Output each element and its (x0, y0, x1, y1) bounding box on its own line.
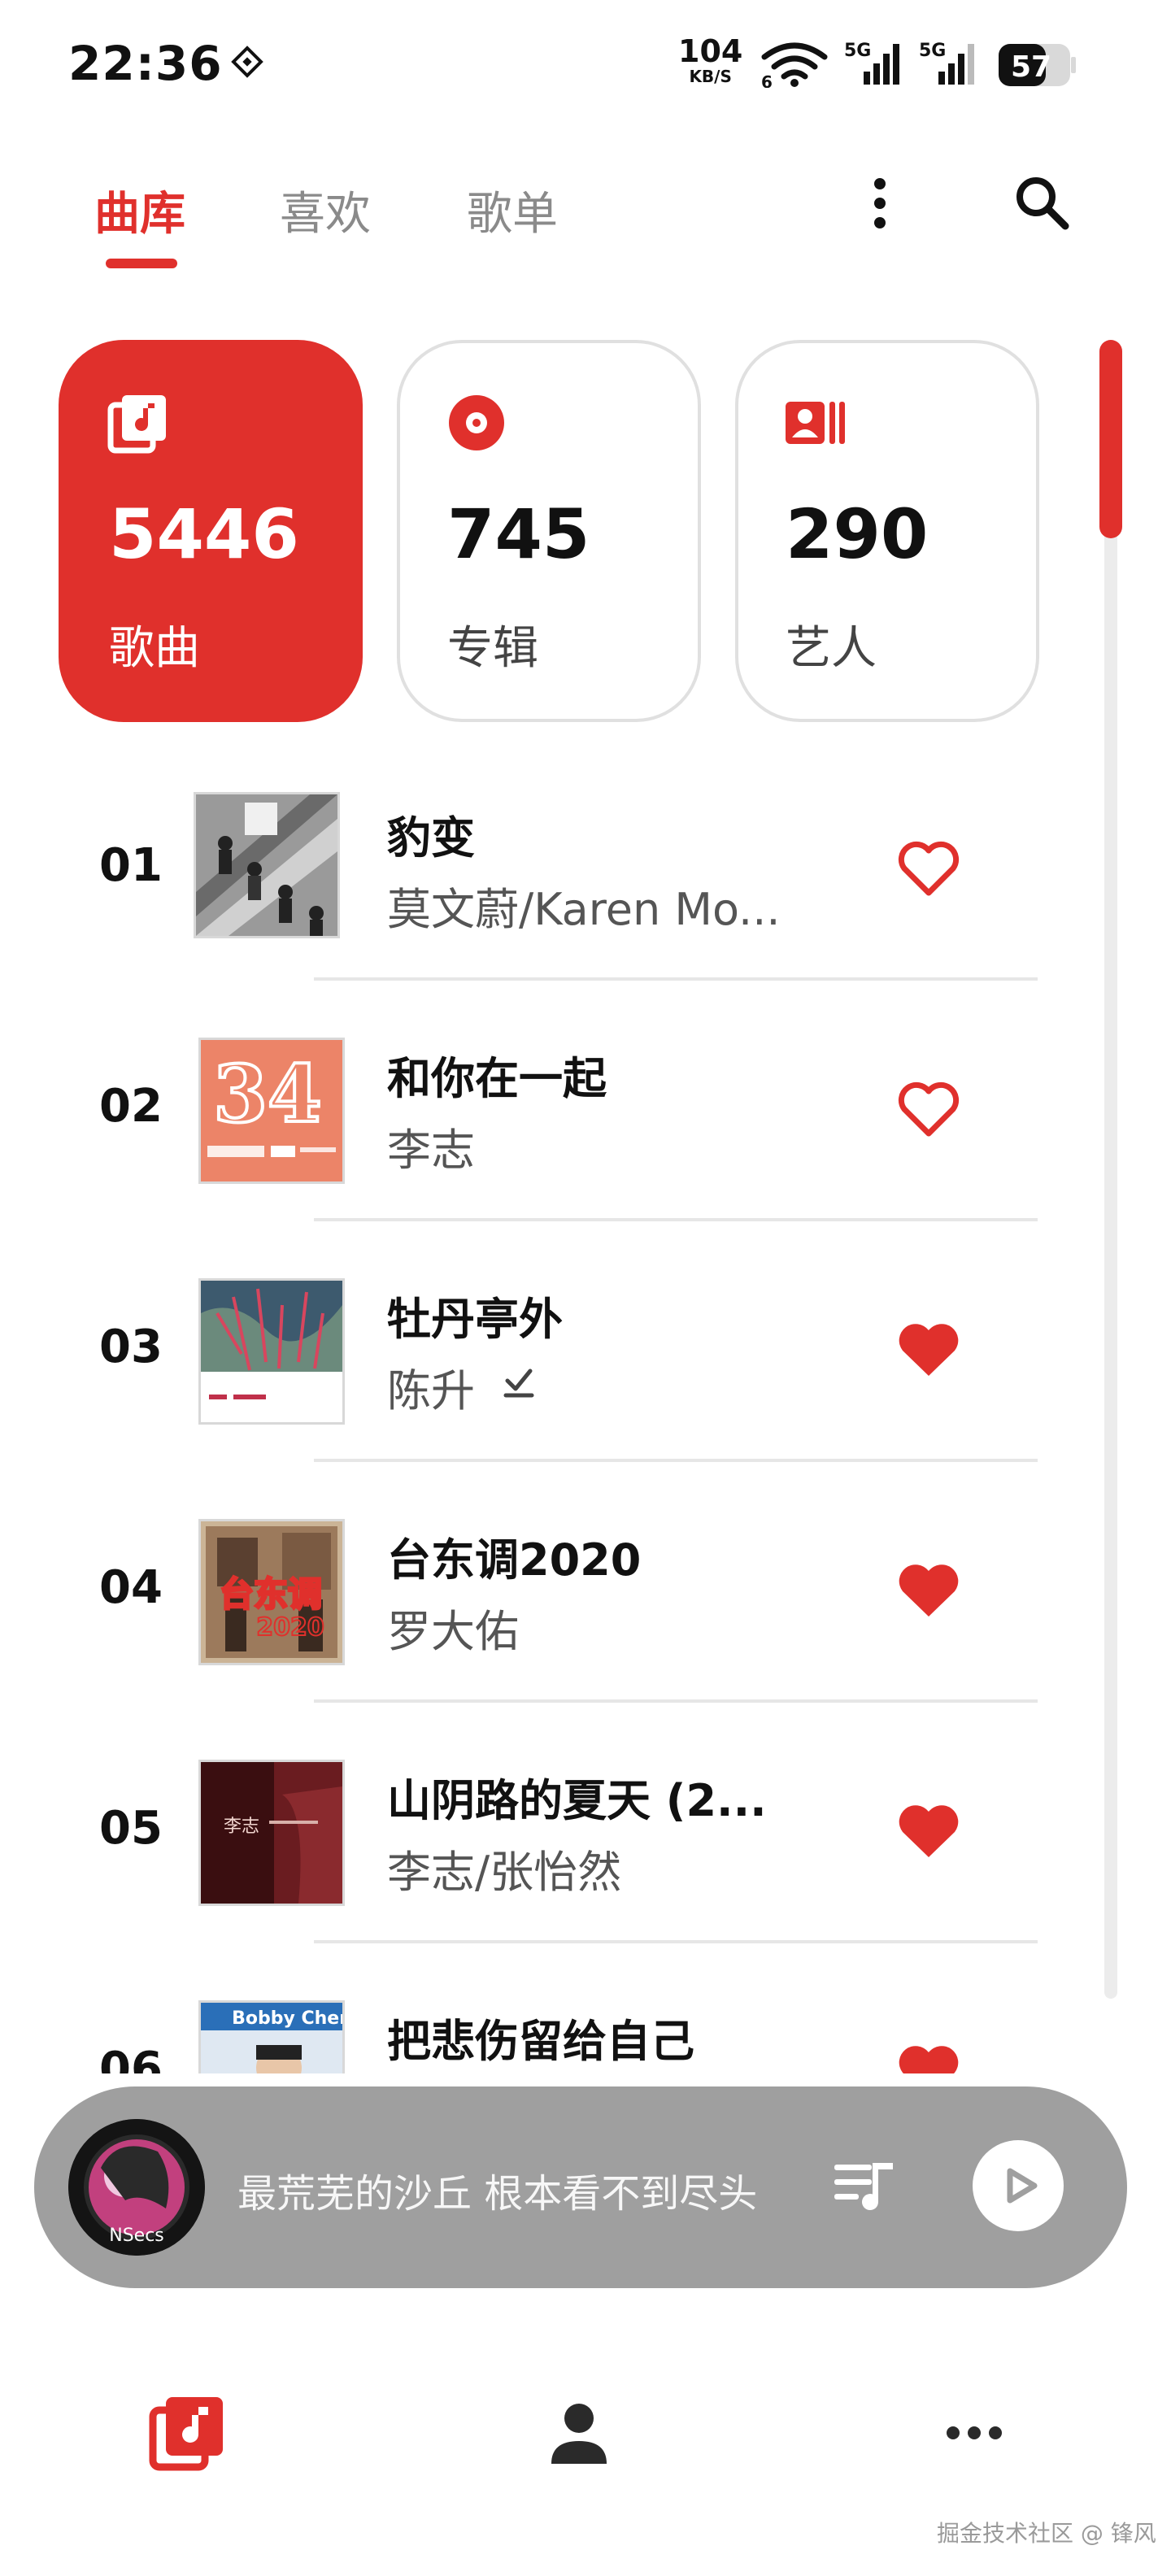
song-artist: 莫文蔚/Karen Mo... (387, 884, 781, 935)
song-rank: 02 (99, 1080, 163, 1133)
disc-text: NSecs (109, 2226, 164, 2246)
album-cover: 李志 (198, 1760, 345, 1906)
album-cover (194, 792, 340, 938)
now-playing-lyric: 最荒芜的沙丘 根本看不到尽头 (237, 2171, 758, 2217)
song-rank: 06 (99, 2043, 163, 2073)
stat-card-albums[interactable]: 745 专辑 (397, 340, 701, 722)
watermark: 掘金技术社区 @ 锋风 (937, 2520, 1156, 2547)
stat-count: 745 (447, 494, 590, 574)
person-icon[interactable] (540, 2394, 618, 2472)
search-icon[interactable] (1008, 169, 1077, 237)
cover-text: 李志 (224, 1817, 259, 1837)
song-artist: 陈升 (387, 1365, 475, 1416)
song-list: 01 豹变 莫文蔚/Karen Mo... 02 34 和你在一起 李志 03 … (0, 772, 1171, 2073)
song-title: 牡丹亭外 (387, 1294, 563, 1345)
tab-library[interactable]: 曲库 (94, 177, 185, 243)
song-title: 把悲伤留给自己 (387, 2016, 694, 2067)
song-row[interactable]: 04 台东调 2020 台东调2020 罗大佑 (0, 1495, 1171, 1735)
song-title: 山阴路的夏天 (2... (387, 1775, 767, 1826)
song-row[interactable]: 02 34 和你在一起 李志 (0, 1013, 1171, 1254)
playlist-queue-icon[interactable] (831, 2156, 899, 2218)
heart-filled-icon[interactable] (896, 2043, 961, 2073)
stat-count: 5446 (109, 494, 299, 574)
song-row[interactable]: 06 Bobby Chen 把悲伤留给自己 (0, 1976, 1171, 2073)
heart-outline-icon[interactable] (896, 1080, 961, 1138)
network-speed-unit: KB/S (689, 67, 732, 86)
song-row[interactable]: 01 豹变 莫文蔚/Karen Mo... (0, 772, 1171, 1013)
song-title: 豹变 (387, 812, 475, 864)
row-divider (314, 977, 1038, 981)
song-artist: 李志/张怡然 (387, 1847, 622, 1898)
cover-text: 台东调 (220, 1574, 322, 1614)
song-rank: 03 (99, 1321, 163, 1373)
row-divider (314, 1218, 1038, 1221)
network-speed: 104 KB/S (678, 36, 742, 85)
song-title: 和你在一起 (387, 1053, 607, 1104)
more-vert-icon[interactable] (846, 169, 914, 237)
scrollbar-thumb[interactable] (1099, 340, 1122, 538)
play-button[interactable] (973, 2140, 1064, 2231)
wifi-badge: 6 (761, 72, 773, 88)
music-library-icon (107, 395, 166, 454)
artist-icon (786, 402, 845, 444)
notification-icon (231, 46, 263, 78)
disc-icon (449, 395, 504, 450)
wifi-icon: 6 (761, 42, 828, 88)
battery-icon: 57 (999, 44, 1076, 86)
song-artist: 李志 (387, 1125, 475, 1176)
play-icon (1007, 2168, 1038, 2204)
row-divider (314, 1459, 1038, 1462)
heart-outline-icon[interactable] (896, 839, 961, 898)
song-row[interactable]: 05 李志 山阴路的夏天 (2... 李志/张怡然 (0, 1735, 1171, 1976)
cover-text: Bobby Chen (232, 2008, 342, 2029)
stat-label: 专辑 (447, 622, 538, 675)
stat-label: 艺人 (786, 622, 877, 675)
song-rank: 05 (99, 1802, 163, 1855)
song-rank: 01 (99, 839, 163, 892)
mini-player[interactable]: NSecs 最荒芜的沙丘 根本看不到尽头 (34, 2086, 1127, 2288)
heart-filled-icon[interactable] (896, 1561, 961, 1620)
heart-filled-icon[interactable] (896, 1321, 961, 1379)
signal-icon (864, 44, 899, 85)
battery-level: 57 (1011, 50, 1051, 84)
signal-icon-2 (938, 44, 974, 85)
row-divider (314, 1699, 1038, 1703)
song-artist: 罗大佑 (387, 1606, 519, 1657)
song-rank: 04 (99, 1561, 163, 1614)
music-library-icon[interactable] (148, 2394, 226, 2472)
stat-label: 歌曲 (109, 622, 200, 675)
verified-check-icon (503, 1368, 534, 1398)
album-cover: 34 (198, 1038, 345, 1184)
song-row[interactable]: 03 牡丹亭外 陈升 (0, 1254, 1171, 1495)
network-speed-value: 104 (678, 33, 743, 69)
heart-filled-icon[interactable] (896, 1802, 961, 1860)
stat-card-artists[interactable]: 290 艺人 (735, 340, 1039, 722)
song-title: 台东调2020 (387, 1534, 642, 1586)
stat-card-songs[interactable]: 5446 歌曲 (59, 340, 363, 722)
row-divider (314, 1940, 1038, 1943)
album-cover: 台东调 2020 (198, 1519, 345, 1665)
album-cover (198, 1278, 345, 1425)
tab-indicator (106, 259, 177, 268)
now-playing-disc[interactable]: NSecs (68, 2119, 205, 2256)
cover-year: 2020 (256, 1613, 324, 1642)
cover-text: 34 (213, 1048, 322, 1140)
more-horiz-icon[interactable] (935, 2394, 1013, 2472)
status-time: 22:36 (68, 36, 223, 91)
stat-count: 290 (786, 494, 929, 574)
tab-playlists[interactable]: 歌单 (467, 177, 558, 243)
tab-favorites[interactable]: 喜欢 (280, 177, 371, 243)
album-cover: Bobby Chen (198, 2000, 345, 2073)
